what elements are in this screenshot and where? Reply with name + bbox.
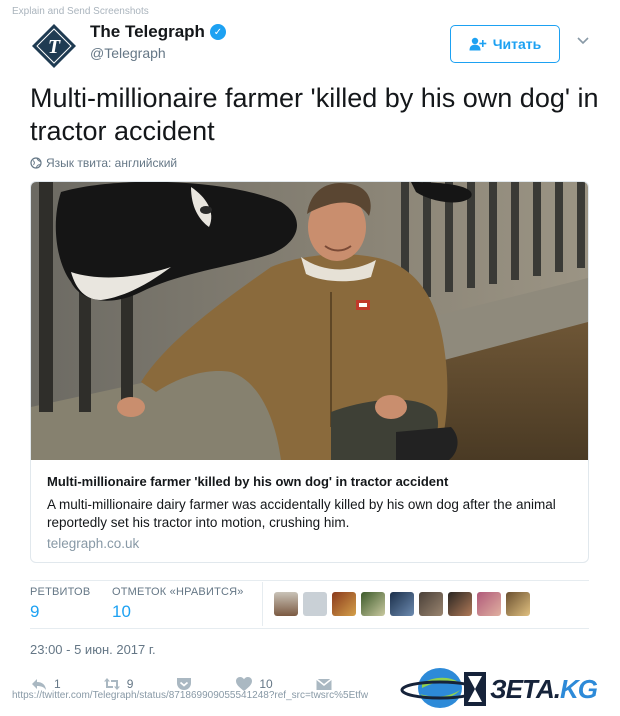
liker-avatar[interactable] <box>303 592 327 616</box>
watermark-text: Explain and Send Screenshots <box>12 6 149 17</box>
author-name[interactable]: The Telegraph <box>90 22 205 42</box>
hourglass-icon <box>464 672 486 706</box>
farmer-with-cows-photo[interactable] <box>31 182 588 460</box>
tweet-language: Язык твита: английский <box>30 156 177 170</box>
logo-accent-text: KG <box>559 674 598 704</box>
likes-stat[interactable]: ОТМЕТОК «НРАВИТСЯ» 10 <box>112 586 244 622</box>
follow-button-label: Читать <box>492 36 542 52</box>
card-title[interactable]: Multi-millionaire farmer 'killed by his … <box>47 474 448 489</box>
reply-count: 1 <box>54 677 61 691</box>
verified-badge-icon: ✓ <box>209 24 226 40</box>
likes-label: ОТМЕТОК «НРАВИТСЯ» <box>112 586 244 598</box>
card-description: A multi-millionaire dairy farmer was acc… <box>47 497 556 530</box>
liker-avatar[interactable] <box>390 592 414 616</box>
likes-count[interactable]: 10 <box>112 602 244 622</box>
logo-main-text: ЗЕТА. <box>490 674 561 704</box>
liker-avatar[interactable] <box>506 592 530 616</box>
liker-avatar[interactable] <box>477 592 501 616</box>
like-count: 10 <box>259 677 273 691</box>
link-card[interactable]: Multi-millionaire farmer 'killed by his … <box>30 181 589 563</box>
tweet-url: https://twitter.com/Telegraph/status/871… <box>12 690 369 701</box>
retweets-label: РЕТВИТОВ <box>30 586 91 598</box>
liker-avatar[interactable] <box>274 592 298 616</box>
author-name-row[interactable]: The Telegraph ✓ <box>90 22 226 42</box>
logo-text: ЗЕТА.KG <box>490 674 598 705</box>
retweet-count: 9 <box>126 677 134 691</box>
tweet-text: Multi-millionaire farmer 'killed by his … <box>30 83 599 146</box>
site-logo: ЗЕТА.KG <box>400 664 620 712</box>
divider <box>30 580 589 581</box>
liker-avatar[interactable] <box>419 592 443 616</box>
liker-avatar[interactable] <box>332 592 356 616</box>
liker-avatar[interactable] <box>448 592 472 616</box>
author-handle[interactable]: @Telegraph <box>90 45 166 61</box>
add-user-icon <box>469 37 487 51</box>
liker-avatars <box>274 592 530 616</box>
globe-icon <box>30 157 42 169</box>
telegraph-avatar[interactable]: T <box>30 22 78 70</box>
retweets-count[interactable]: 9 <box>30 602 90 622</box>
divider <box>30 628 589 629</box>
divider <box>262 582 263 626</box>
tweet-language-label: Язык твита: английский <box>46 156 178 170</box>
chevron-down-icon[interactable] <box>576 34 590 48</box>
liker-avatar[interactable] <box>361 592 385 616</box>
card-domain[interactable]: telegraph.co.uk <box>47 536 139 551</box>
tweet-timestamp[interactable]: 23:00 - 5 июн. 2017 г. <box>30 642 156 657</box>
follow-button[interactable]: Читать <box>450 25 560 63</box>
retweets-stat[interactable]: РЕТВИТОВ 9 <box>30 586 90 622</box>
svg-text:T: T <box>48 36 61 58</box>
